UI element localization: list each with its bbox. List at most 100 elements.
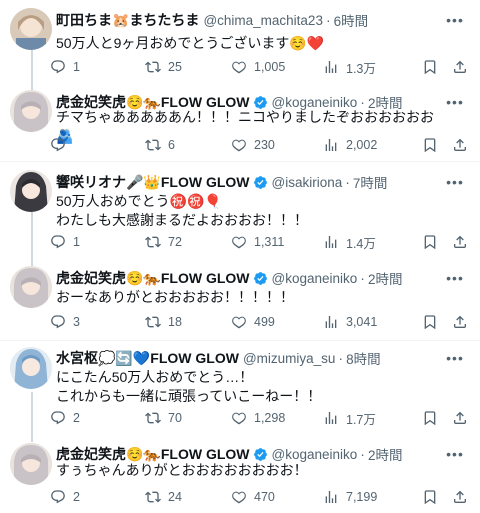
views-button[interactable]: 1.7万	[323, 409, 376, 428]
like-button[interactable]: 230	[231, 137, 275, 153]
bookmark-icon	[424, 315, 436, 330]
like-icon	[232, 61, 246, 74]
author-name[interactable]: 水宮枢💭🔄💙FLOW GLOW	[56, 348, 239, 368]
bookmark-button[interactable]	[422, 234, 438, 250]
views-button[interactable]: 2,002	[323, 137, 377, 153]
retweet-icon	[145, 236, 161, 248]
reply-button[interactable]: 3	[50, 314, 80, 330]
views-button[interactable]: 1.3万	[323, 58, 376, 77]
tweet[interactable]: 虎金妃笑虎☺️🐅FLOW GLOW @koganeiniko · 2時間 •••…	[0, 437, 480, 513]
author-name[interactable]: 虎金妃笑虎☺️🐅FLOW GLOW	[56, 268, 250, 288]
action-bar: 6 230 2,002	[50, 136, 470, 154]
avatar[interactable]	[10, 8, 52, 50]
verified-badge-icon	[253, 447, 267, 461]
reply-icon	[51, 490, 65, 504]
reply-button[interactable]: 1	[50, 234, 80, 250]
like-button[interactable]: 1,298	[231, 410, 285, 426]
like-button[interactable]: 1,311	[231, 234, 284, 250]
share-button[interactable]	[452, 59, 468, 75]
reply-button[interactable]: 2	[50, 489, 80, 505]
reply-icon	[51, 138, 65, 152]
more-icon[interactable]: •••	[444, 267, 466, 289]
reply-button[interactable]: 2	[50, 410, 80, 426]
retweet-button[interactable]: 6	[145, 137, 175, 153]
timestamp[interactable]: 8時間	[346, 348, 381, 368]
reply-count: 1	[73, 235, 80, 249]
views-icon	[325, 61, 337, 73]
action-bar: 2 70 1,298 1.7万	[50, 409, 470, 427]
views-count: 1.3万	[346, 61, 376, 76]
author-name[interactable]: 響咲リオナ🎤👑FLOW GLOW	[56, 172, 250, 192]
share-button[interactable]	[452, 137, 468, 153]
share-button[interactable]	[452, 234, 468, 250]
share-button[interactable]	[452, 410, 468, 426]
bookmark-button[interactable]	[422, 59, 438, 75]
author-handle[interactable]: @koganeiniko	[272, 271, 358, 286]
more-icon[interactable]: •••	[444, 347, 466, 369]
bookmark-button[interactable]	[422, 489, 438, 505]
retweet-button[interactable]: 24	[145, 489, 182, 505]
bookmark-button[interactable]	[422, 137, 438, 153]
author-handle[interactable]: @mizumiya_su	[243, 351, 335, 366]
timestamp[interactable]: 6時間	[334, 10, 369, 30]
like-icon	[232, 139, 246, 152]
tweet[interactable]: 虎金妃笑虎☺️🐅FLOW GLOW @koganeiniko · 2時間 •••…	[0, 262, 480, 338]
share-button[interactable]	[452, 314, 468, 330]
like-icon	[232, 316, 246, 329]
share-icon	[454, 60, 466, 73]
reply-button[interactable]	[50, 137, 73, 153]
retweet-button[interactable]: 72	[145, 234, 182, 250]
retweet-icon	[145, 316, 161, 328]
views-count: 7,199	[346, 490, 378, 504]
views-button[interactable]: 3,041	[323, 314, 377, 330]
bookmark-button[interactable]	[422, 314, 438, 330]
retweet-count: 70	[168, 411, 182, 425]
author-handle[interactable]: @koganeiniko	[272, 447, 358, 462]
share-icon	[454, 235, 466, 248]
reply-icon	[51, 315, 65, 329]
author-handle[interactable]: @chima_machita23	[203, 13, 323, 28]
verified-badge-icon	[253, 271, 267, 285]
avatar[interactable]	[10, 266, 52, 308]
retweet-button[interactable]: 18	[145, 314, 182, 330]
like-button[interactable]: 470	[231, 489, 275, 505]
views-button[interactable]: 7,199	[323, 489, 377, 505]
views-icon	[325, 139, 337, 151]
tweet-text: すぅちゃんありがとおおおおおおおお！	[56, 462, 308, 478]
share-icon	[454, 411, 466, 424]
bookmark-icon	[424, 235, 436, 250]
bookmark-icon	[424, 60, 436, 75]
timestamp[interactable]: 2時間	[368, 268, 403, 288]
timestamp[interactable]: 7時間	[353, 172, 388, 192]
views-count: 1.4万	[346, 236, 376, 251]
retweet-button[interactable]: 25	[145, 59, 182, 75]
action-bar: 1 72 1,311 1.4万	[50, 233, 470, 251]
more-icon[interactable]: •••	[444, 171, 466, 193]
tweet[interactable]: 響咲リオナ🎤👑FLOW GLOW @isakiriona · 7時間 ••• 5…	[0, 162, 480, 258]
author-name[interactable]: 町田ちま🐹まちたちま	[56, 10, 199, 30]
reply-count: 2	[73, 490, 80, 504]
separator-dot: ·	[338, 350, 344, 366]
like-icon	[232, 236, 246, 249]
avatar[interactable]	[10, 347, 52, 389]
like-count: 1,005	[254, 60, 286, 74]
avatar[interactable]	[10, 170, 52, 212]
reply-button[interactable]: 1	[50, 59, 80, 75]
views-button[interactable]: 1.4万	[323, 233, 376, 252]
bookmark-button[interactable]	[422, 410, 438, 426]
views-count: 2,002	[346, 138, 378, 152]
retweet-button[interactable]: 70	[145, 410, 182, 426]
tweet[interactable]: 町田ちま🐹まちたちま @chima_machita23 · 6時間 ••• 50…	[0, 0, 480, 88]
reply-icon	[51, 60, 65, 74]
author-handle[interactable]: @isakiriona	[272, 175, 343, 190]
avatar[interactable]	[10, 443, 52, 485]
like-count: 499	[254, 315, 275, 329]
more-icon[interactable]: •••	[444, 9, 466, 31]
views-icon	[325, 236, 337, 248]
tweet[interactable]: 虎金妃笑虎☺️🐅FLOW GLOW @koganeiniko · 2時間 •••…	[0, 88, 480, 160]
like-button[interactable]: 499	[231, 314, 275, 330]
share-button[interactable]	[452, 489, 468, 505]
like-button[interactable]: 1,005	[231, 59, 285, 75]
avatar[interactable]	[10, 90, 52, 132]
tweet[interactable]: 水宮枢💭🔄💙FLOW GLOW @mizumiya_su · 8時間 ••• に…	[0, 341, 480, 437]
